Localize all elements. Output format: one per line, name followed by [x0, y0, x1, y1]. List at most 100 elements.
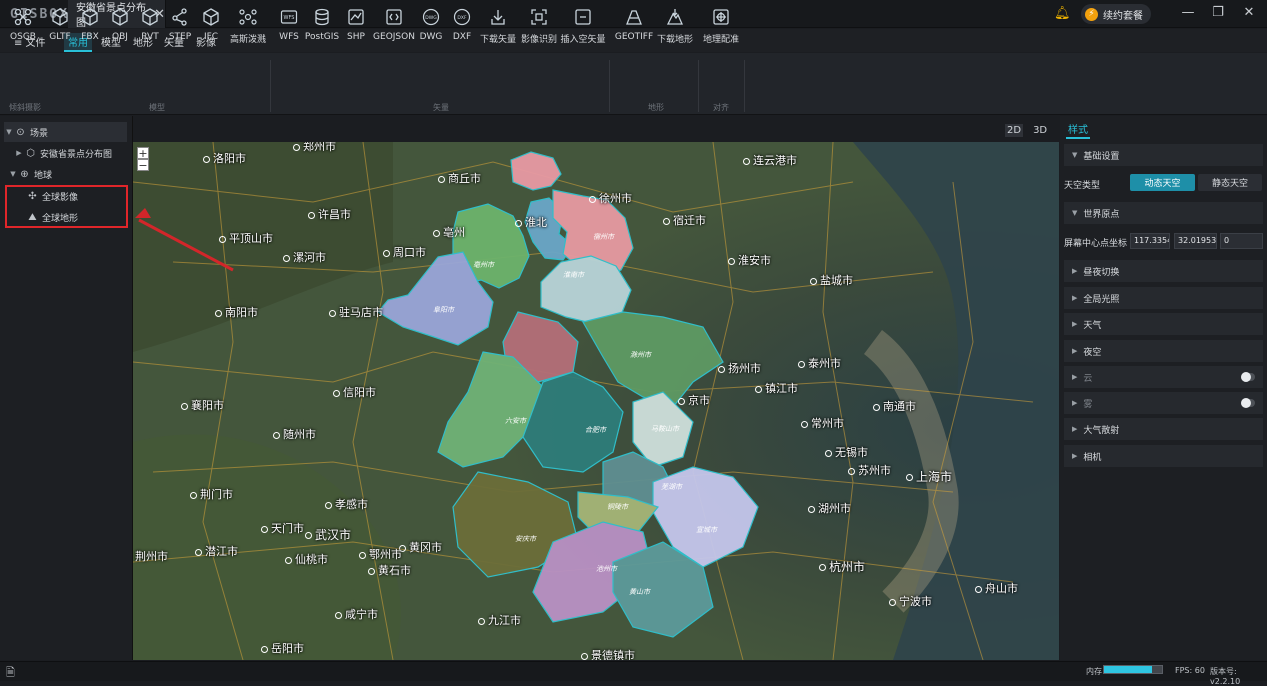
city-label: 驻马店市 — [329, 304, 383, 320]
district-label: 合肥市 — [585, 426, 606, 434]
group-label-align: 对齐 — [713, 103, 729, 112]
section-fog[interactable]: ▶ 雾 — [1064, 392, 1263, 414]
city-label: 孝感市 — [325, 496, 368, 512]
download-terrain-tool[interactable]: 下载地形 — [657, 8, 693, 52]
static-sky-button[interactable]: 静态天空 — [1198, 174, 1262, 191]
section-atmosphere[interactable]: ▶ 大气散射 — [1064, 418, 1263, 440]
center-y-input[interactable]: 32.01953 — [1174, 233, 1217, 249]
center-x-input[interactable]: 117.3354 — [1130, 233, 1170, 249]
city-label: 洛阳市 — [203, 150, 246, 166]
memory-label: 内存 — [1086, 667, 1102, 676]
cloud-toggle[interactable] — [1241, 372, 1255, 382]
bell-icon[interactable]: 🔔︎ — [1054, 6, 1071, 21]
gaussian-splat-tool[interactable]: 高斯泼溅 — [230, 8, 266, 52]
map-viewport[interactable]: 郑州市 洛阳市 商丘市 徐州市 连云港市 淮北 宿迁市 许昌市 亳州 平顶山市 … — [133, 142, 1059, 660]
section-weather[interactable]: ▶ 天气 — [1064, 313, 1263, 335]
cube-icon: ⬡ — [26, 147, 35, 159]
city-label: 许昌市 — [308, 206, 351, 222]
section-global-light[interactable]: ▶ 全局光照 — [1064, 287, 1263, 309]
cube-icon — [203, 8, 219, 26]
section-night-sky[interactable]: ▶ 夜空 — [1064, 340, 1263, 362]
tab-style[interactable]: 样式 — [1066, 121, 1090, 139]
georeference-icon — [713, 9, 729, 25]
district-label: 芜湖市 — [661, 483, 682, 491]
ribbon-separator — [698, 60, 699, 112]
city-label: 京市 — [678, 392, 710, 408]
terrain-icon — [626, 10, 642, 25]
chevron-right-icon: ▶ — [1072, 320, 1078, 328]
section-label: 昼夜切换 — [1083, 267, 1120, 278]
section-label: 天气 — [1083, 320, 1102, 331]
section-world-origin[interactable]: ▼ 世界原点 — [1064, 202, 1263, 224]
section-camera[interactable]: ▶ 相机 — [1064, 445, 1263, 467]
tree-label: 安徽省景点分布图 — [40, 149, 113, 160]
minimize-icon[interactable]: — — [1180, 5, 1196, 20]
chevron-down-icon[interactable]: ▼ — [8, 170, 18, 178]
chevron-right-icon: ▶ — [1072, 452, 1078, 460]
screen-center-label: 屏幕中心点坐标 — [1064, 239, 1128, 249]
dxf-tool[interactable]: DXF DXF — [446, 8, 478, 52]
georeference-tool[interactable]: 地理配准 — [703, 8, 739, 52]
section-day-night[interactable]: ▶ 昼夜切换 — [1064, 260, 1263, 282]
city-label: 无锡市 — [825, 444, 868, 460]
insert-empty-vector-tool[interactable]: 插入空矢量 — [560, 8, 606, 52]
shapefile-icon — [348, 9, 364, 25]
city-label: 信阳市 — [333, 384, 376, 400]
center-z-input[interactable]: 0 — [1220, 233, 1263, 249]
city-label: 郑州市 — [293, 142, 336, 154]
shp-tool[interactable]: SHP — [340, 8, 372, 52]
geojson-label: GEOJSON — [373, 32, 415, 42]
renew-plan-button[interactable]: ⚡︎ 续约套餐 — [1081, 4, 1151, 24]
section-basic-settings[interactable]: ▼ 基础设置 — [1064, 144, 1263, 166]
ifc-tool[interactable]: IFC — [195, 8, 227, 52]
city-label: 岳阳市 — [261, 640, 304, 656]
gltf-tool[interactable]: GLTF — [44, 8, 76, 52]
osgb-icon — [14, 8, 32, 26]
zoom-control: + − — [137, 147, 149, 171]
group-label-oblique: 倾斜摄影 — [9, 103, 41, 112]
obj-tool[interactable]: OBJ — [104, 8, 136, 52]
district-label: 铜陵市 — [607, 503, 628, 511]
geotiff-tool[interactable]: GEOTIFF — [615, 8, 653, 52]
chevron-down-icon[interactable]: ▼ — [4, 128, 14, 136]
restore-icon[interactable]: ❐ — [1210, 5, 1226, 20]
rvt-tool[interactable]: RVT — [134, 8, 166, 52]
view-2d-button[interactable]: 2D — [1005, 124, 1024, 137]
wfs-tool[interactable]: WFS WFS — [273, 8, 305, 52]
osgb-tool[interactable]: OSGB — [7, 8, 39, 52]
dwg-tool[interactable]: DWG DWG — [415, 8, 447, 52]
zoom-in-button[interactable]: + — [137, 147, 149, 159]
chevron-right-icon[interactable]: ▶ — [14, 149, 24, 157]
chevron-right-icon: ▶ — [1072, 425, 1078, 433]
city-label: 武汉市 — [305, 526, 351, 543]
tree-node-earth[interactable]: ▼ ⊕ 地球 — [8, 164, 127, 184]
group-label-terrain: 地形 — [648, 103, 664, 112]
geojson-tool[interactable]: GEOJSON — [373, 8, 415, 52]
city-label: 黄冈市 — [399, 539, 442, 555]
insert-empty-vector-label: 插入空矢量 — [560, 35, 606, 45]
style-panel — [1060, 116, 1267, 660]
wfs-icon: WFS — [280, 10, 298, 24]
tree-label: 地球 — [34, 170, 53, 181]
fog-toggle[interactable] — [1241, 398, 1255, 408]
postgis-tool[interactable]: PostGIS — [305, 8, 339, 52]
section-cloud[interactable]: ▶ 云 — [1064, 366, 1263, 388]
cube-icon — [142, 8, 158, 26]
zoom-out-button[interactable]: − — [137, 159, 149, 171]
osgb-label: OSGB — [10, 32, 36, 42]
step-tool[interactable]: STEP — [164, 8, 196, 52]
document-icon[interactable]: 🗎︎ — [6, 664, 15, 683]
image-recognition-tool[interactable]: 影像识别 — [521, 8, 557, 52]
view-3d-button[interactable]: 3D — [1031, 124, 1049, 137]
splat-icon — [239, 9, 257, 25]
fbx-tool[interactable]: FBX — [74, 8, 106, 52]
chevron-right-icon: ▶ — [1072, 267, 1078, 275]
city-label: 商丘市 — [438, 170, 481, 186]
city-label: 宿迁市 — [663, 212, 706, 228]
download-vector-tool[interactable]: 下载矢量 — [480, 8, 516, 52]
dynamic-sky-button[interactable]: 动态天空 — [1130, 174, 1195, 191]
tree-node-scene-child[interactable]: ▶ ⬡ 安徽省景点分布图 — [14, 143, 127, 163]
scene-icon: ⊙ — [16, 126, 25, 138]
close-window-icon[interactable]: ✕ — [1241, 5, 1257, 20]
tree-node-scene[interactable]: ▼ ⊙ 场景 — [4, 122, 127, 142]
